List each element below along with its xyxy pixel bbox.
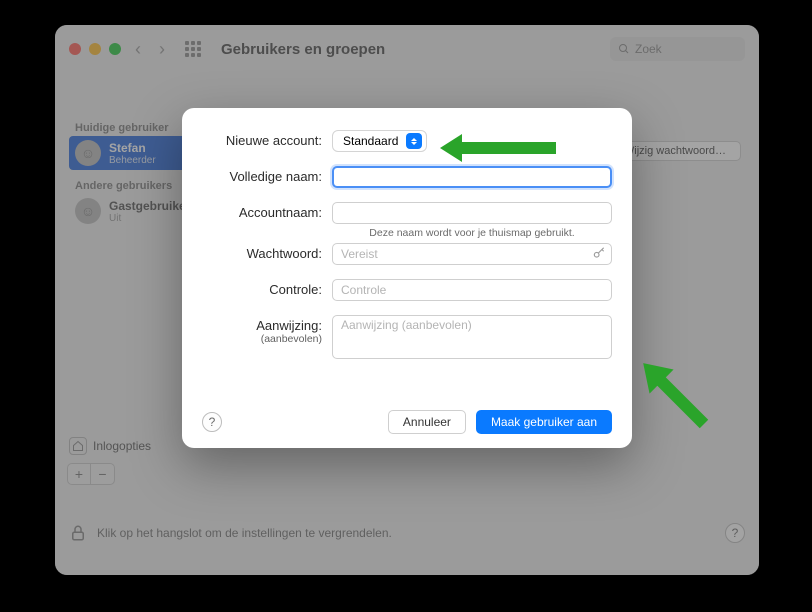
titlebar: ‹ › Gebruikers en groepen Zoek (55, 25, 759, 73)
user-name: Stefan (109, 141, 156, 155)
cancel-button[interactable]: Annuleer (388, 410, 466, 434)
key-icon[interactable] (592, 246, 606, 260)
lock-text: Klik op het hangslot om de instellingen … (97, 526, 392, 540)
add-user-button[interactable]: + (67, 463, 91, 485)
login-options-row[interactable]: Inlogopties (69, 437, 151, 455)
search-placeholder: Zoek (635, 42, 662, 56)
label-full-name: Volledige naam: (202, 166, 332, 184)
account-name-input[interactable] (332, 202, 612, 224)
label-new-account: Nieuwe account: (202, 130, 332, 148)
lock-row[interactable]: Klik op het hangslot om de instellingen … (69, 523, 392, 543)
search-field[interactable]: Zoek (610, 37, 745, 61)
user-role: Beheerder (109, 155, 156, 166)
password-input[interactable] (332, 243, 612, 265)
new-user-sheet: Nieuwe account: Standaard Volledige naam… (182, 108, 632, 448)
window-title: Gebruikers en groepen (221, 41, 385, 58)
help-button[interactable]: ? (725, 523, 745, 543)
nav-forward-icon[interactable]: › (155, 39, 169, 60)
verify-password-input[interactable] (332, 279, 612, 301)
remove-user-button[interactable]: − (91, 463, 115, 485)
create-user-button[interactable]: Maak gebruiker aan (476, 410, 612, 434)
user-role: Uit (109, 213, 190, 224)
user-name: Gastgebruiker (109, 199, 190, 213)
label-verify: Controle: (202, 279, 332, 297)
chevron-up-down-icon (406, 133, 422, 149)
label-password: Wachtwoord: (202, 243, 332, 261)
account-type-value: Standaard (343, 134, 398, 148)
minimize-window-icon[interactable] (89, 43, 101, 55)
avatar-icon: ☺ (75, 140, 101, 166)
annotation-arrow (630, 350, 720, 440)
label-account-name: Accountnaam: (202, 202, 332, 220)
add-remove-user: + − (67, 463, 115, 485)
nav-back-icon[interactable]: ‹ (131, 39, 145, 60)
label-hint: Aanwijzing: (aanbevolen) (202, 315, 332, 345)
password-hint-input[interactable] (332, 315, 612, 359)
show-all-prefs-icon[interactable] (185, 41, 201, 57)
login-options-label: Inlogopties (93, 439, 151, 453)
annotation-arrow (440, 128, 560, 168)
house-icon (69, 437, 87, 455)
account-name-hint: Deze naam wordt voor je thuismap gebruik… (332, 227, 612, 239)
account-type-select[interactable]: Standaard (332, 130, 427, 152)
zoom-window-icon[interactable] (109, 43, 121, 55)
sheet-help-button[interactable]: ? (202, 412, 222, 432)
avatar-icon: ☺ (75, 198, 101, 224)
full-name-input[interactable] (332, 166, 612, 188)
close-window-icon[interactable] (69, 43, 81, 55)
lock-icon (69, 523, 87, 543)
traffic-lights (69, 43, 121, 55)
search-icon (618, 43, 630, 55)
